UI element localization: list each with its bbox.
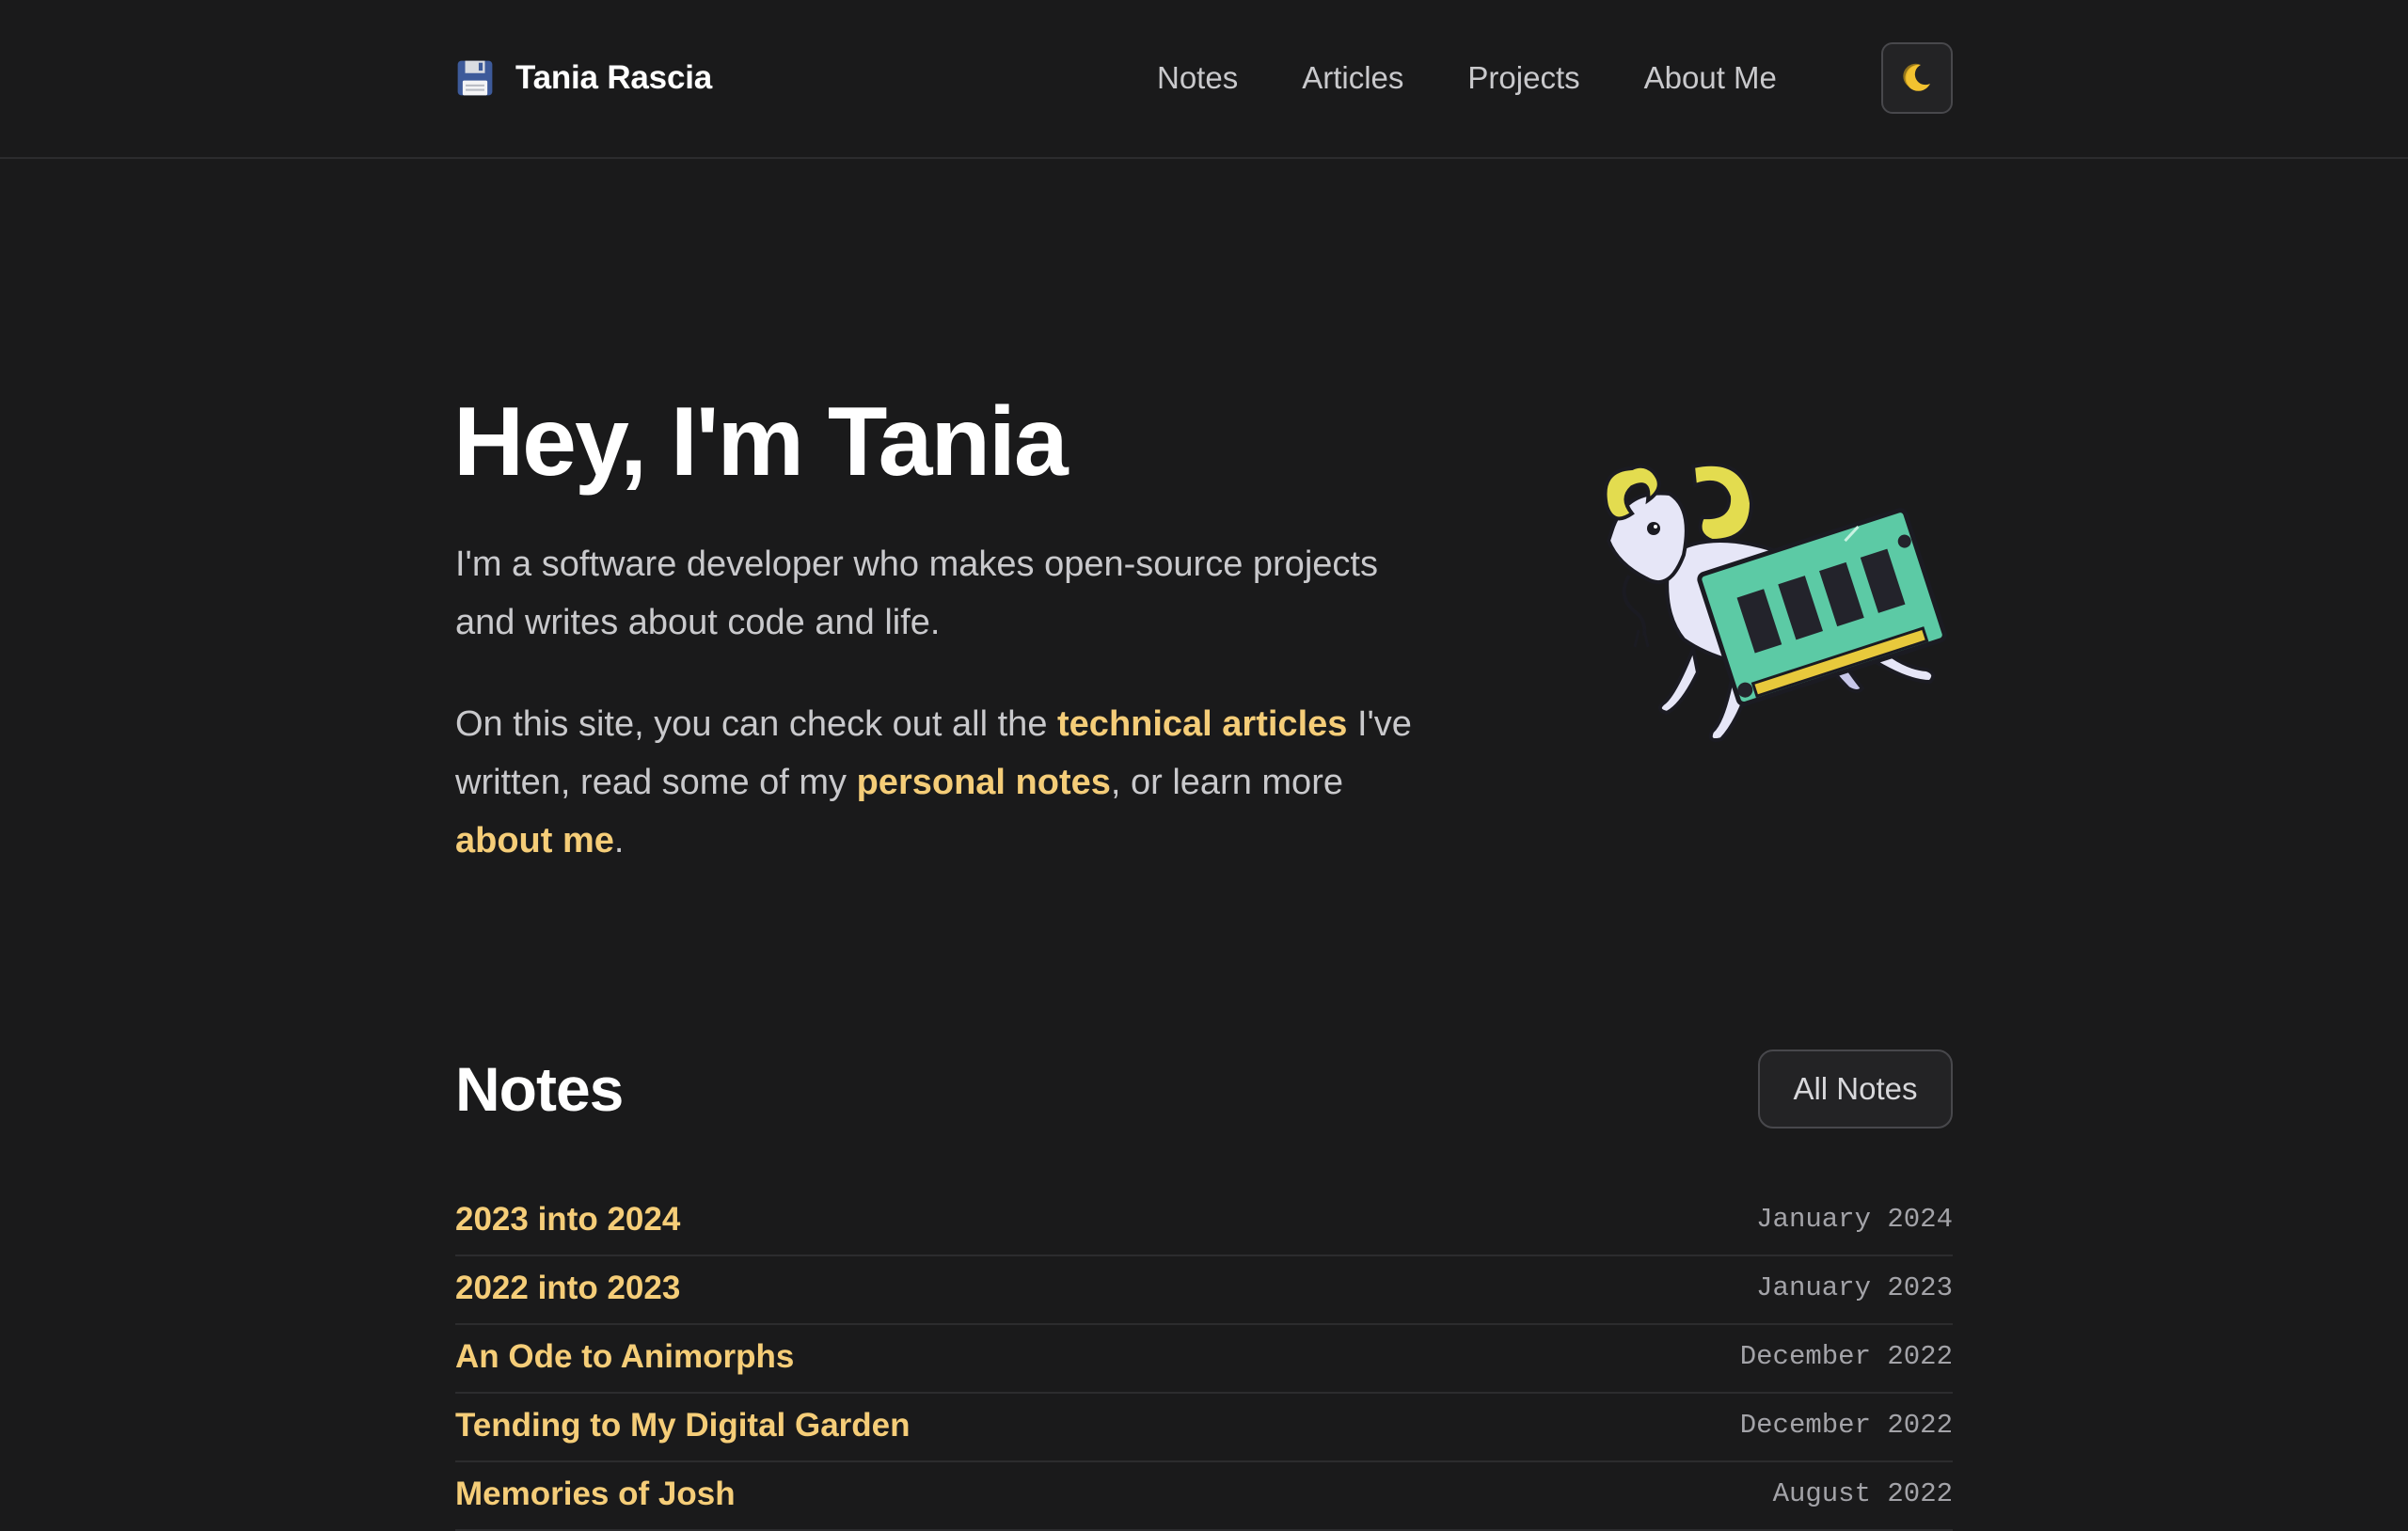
hero-intro: I'm a software developer who makes open-… [455, 545, 1378, 642]
note-title-link[interactable]: 2022 into 2023 [455, 1270, 680, 1307]
note-row: An Ode to Animorphs December 2022 [455, 1325, 1953, 1394]
note-title-link[interactable]: 2023 into 2024 [455, 1201, 680, 1239]
notes-section-title: Notes [455, 1054, 624, 1124]
ram-illustration [1603, 462, 1947, 742]
hero-more-text-part4: . [613, 821, 625, 860]
note-title-link[interactable]: Memories of Josh [455, 1476, 736, 1513]
theme-toggle-button[interactable] [1881, 42, 1953, 114]
nav-link-articles[interactable]: Articles [1302, 60, 1403, 96]
note-date: December 2022 [1739, 1341, 1953, 1372]
about-me-link[interactable]: about me [455, 821, 614, 860]
note-title-link[interactable]: Tending to My Digital Garden [455, 1407, 911, 1444]
note-date: August 2022 [1772, 1478, 1953, 1509]
notes-list: 2023 into 2024 January 2024 2022 into 20… [455, 1188, 1953, 1531]
note-title-link[interactable]: An Ode to Animorphs [455, 1338, 794, 1376]
brand-link[interactable]: Tania Rascia [455, 55, 712, 102]
nav-link-about-me[interactable]: About Me [1644, 60, 1777, 96]
note-row: Memories of Josh August 2022 [455, 1462, 1953, 1531]
note-date: January 2023 [1756, 1272, 1953, 1303]
note-row: 2022 into 2023 January 2023 [455, 1256, 1953, 1325]
crescent-moon-icon [1903, 63, 1930, 91]
hero-more-text: On this site, you can check out all the … [455, 695, 1434, 870]
all-notes-button[interactable]: All Notes [1758, 1050, 1953, 1129]
site-header: Tania Rascia Notes Articles Projects Abo… [0, 0, 2408, 159]
brand-name: Tania Rascia [515, 59, 713, 96]
nav-link-notes[interactable]: Notes [1157, 60, 1238, 96]
note-date: December 2022 [1739, 1410, 1953, 1441]
floppy-disk-icon [457, 60, 493, 96]
main-nav: Notes Articles Projects About Me [1157, 55, 1777, 102]
technical-articles-link[interactable]: technical articles [1057, 704, 1347, 744]
hero-title: Hey, I'm Tania [453, 387, 1069, 497]
hero-more-text-part1: On this site, you can check out all the [455, 704, 1058, 744]
note-date: January 2024 [1756, 1204, 1953, 1235]
personal-notes-link[interactable]: personal notes [857, 763, 1111, 802]
note-row: 2023 into 2024 January 2024 [455, 1188, 1953, 1256]
nav-link-projects[interactable]: Projects [1467, 60, 1579, 96]
note-row: Tending to My Digital Garden December 20… [455, 1394, 1953, 1462]
hero-more-text-part3: , or learn more [1110, 763, 1343, 802]
